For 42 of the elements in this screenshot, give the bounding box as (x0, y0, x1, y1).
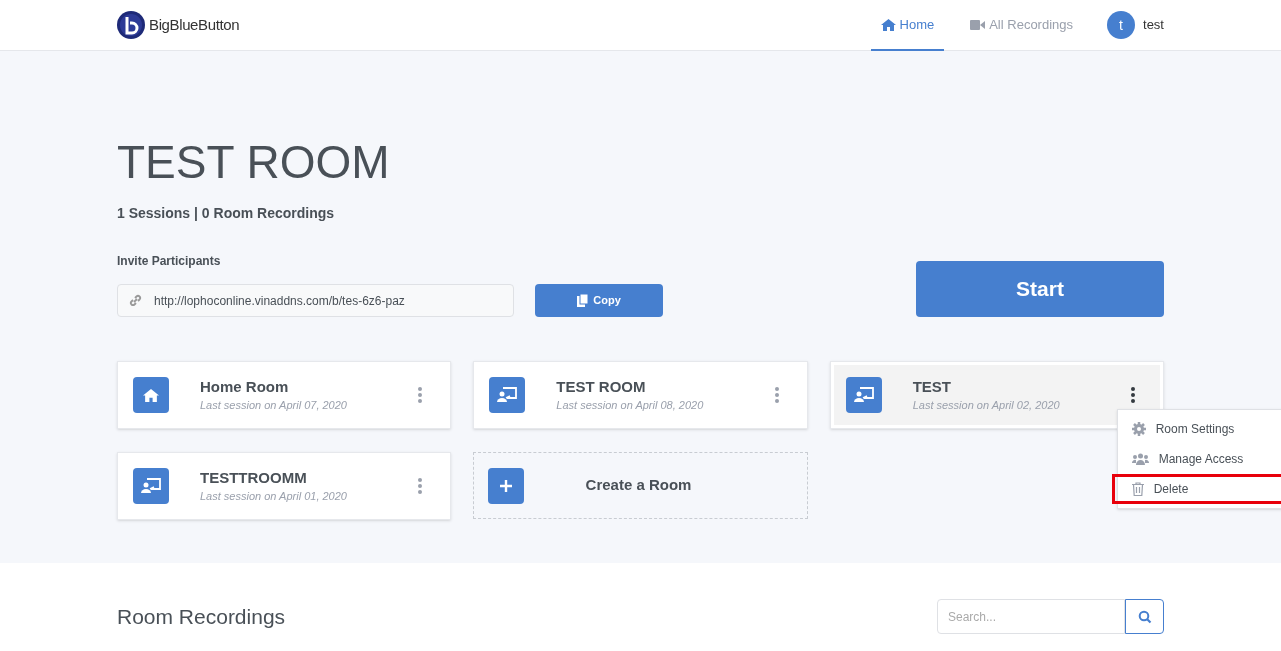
create-room-label: Create a Room (584, 475, 693, 496)
invite-label: Invite Participants (117, 253, 222, 270)
user-avatar[interactable]: t (1107, 11, 1136, 39)
room-card[interactable]: TEST ROOM Last session on April 08, 2020 (473, 361, 808, 429)
room-name: Home Room (200, 376, 290, 397)
invite-url-field[interactable]: http://lophoconline.vinaddns.com/b/tes-6z6-paz (117, 284, 514, 317)
room-name: TEST ROOM (556, 376, 647, 397)
search-icon (1137, 609, 1152, 624)
home-icon (133, 377, 169, 413)
home-icon (880, 18, 896, 31)
last-session-text: Last session on April 02, 2020 (912, 397, 1061, 413)
menu-item[interactable]: Delete (1111, 474, 1281, 504)
logo-icon (117, 11, 145, 39)
room-title: TEST ROOM (117, 139, 391, 185)
menu-item[interactable]: Manage Access (1117, 444, 1281, 474)
trash-icon (1131, 482, 1144, 496)
search-button[interactable] (1125, 599, 1164, 634)
room-card[interactable]: Home Room Last session on April 07, 2020 (117, 361, 452, 429)
gear-icon (1131, 422, 1146, 436)
users-icon (1131, 453, 1149, 465)
link-icon (129, 294, 142, 307)
logo-text: BigBlueButton (149, 14, 240, 35)
room-name: TEST (912, 376, 952, 397)
last-session-text: Last session on April 07, 2020 (200, 397, 348, 413)
user-name[interactable]: test (1143, 15, 1164, 35)
video-camera-icon (970, 19, 986, 30)
copy-button[interactable]: Copy (535, 284, 663, 317)
room-name: TESTTROOMM (200, 467, 308, 488)
copy-icon (577, 294, 590, 307)
presenter-icon (489, 377, 526, 413)
room-stats: 1 Sessions | 0 Room Recordings (117, 204, 336, 223)
start-button[interactable]: Start (916, 261, 1164, 317)
presenter-icon (133, 468, 169, 504)
more-icon[interactable] (1131, 387, 1135, 403)
last-session-text: Last session on April 08, 2020 (556, 397, 705, 413)
search-field[interactable]: Search... (937, 599, 1125, 634)
create-room-card[interactable]: Create a Room (473, 452, 808, 519)
room-card[interactable]: TESTTROOMM Last session on April 01, 2020 (117, 452, 452, 520)
presenter-icon (845, 377, 882, 413)
plus-icon (488, 467, 525, 504)
recordings-title: Room Recordings (117, 603, 286, 630)
last-session-text: Last session on April 01, 2020 (200, 488, 348, 504)
